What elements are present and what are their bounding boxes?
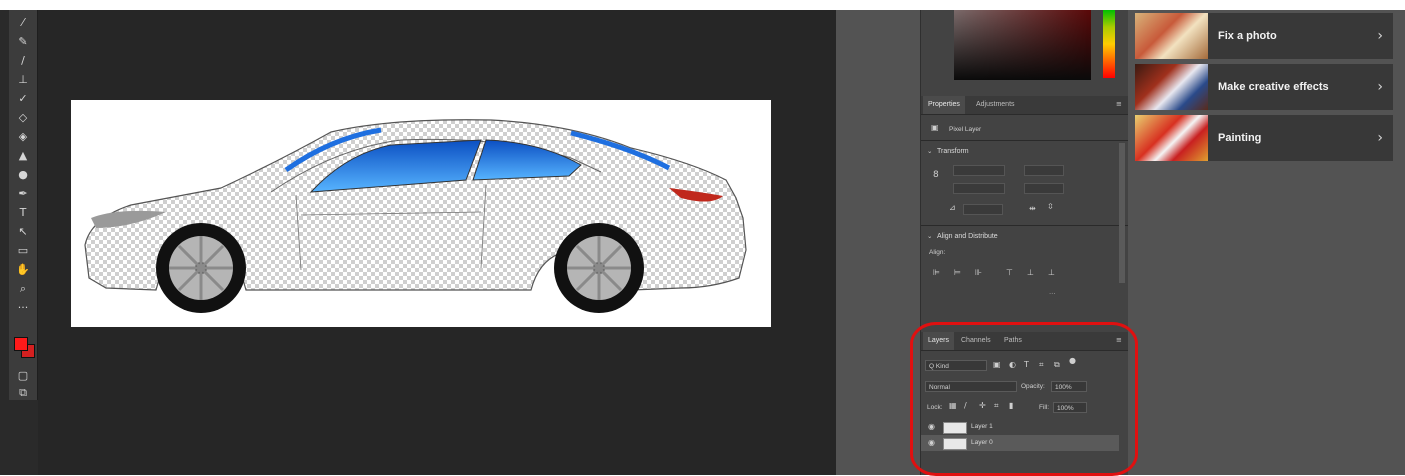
pixel-layer-label: Pixel Layer [949,126,982,133]
chevron-right-icon: › [1377,130,1383,146]
y-field[interactable] [1024,183,1064,194]
type-icon[interactable]: T [9,204,37,221]
chevron-right-icon: › [1377,28,1383,44]
color-field[interactable] [954,10,1091,80]
pixel-layer-icon: ▣ [931,123,939,132]
learn-card-painting[interactable]: Painting › [1135,115,1393,161]
chevron-right-icon: › [1377,79,1383,95]
divider [921,225,1129,226]
card-label: Painting [1218,132,1262,144]
photoshop-window: ⁄ ✎ / ⊥ ✓ ◇ ◈ ▲ ● ✒ T ↖ ▭ ✋ ⌕ ··· ▢ ⧉ Pr… [0,10,1405,476]
transform-heading: Transform [937,148,969,155]
card-thumbnail [1135,13,1208,59]
divider [921,140,1129,141]
more-options-icon[interactable]: ··· [1049,290,1056,297]
align-top-icon[interactable]: ⊤ [1006,268,1013,277]
eyedropper-icon[interactable]: ⁄ [9,14,37,31]
tools-panel: ⁄ ✎ / ⊥ ✓ ◇ ◈ ▲ ● ✒ T ↖ ▭ ✋ ⌕ ··· ▢ ⧉ [9,10,38,400]
panel-menu-icon[interactable]: ≡ [1116,100,1122,108]
card-label: Fix a photo [1218,30,1277,42]
properties-scrollbar[interactable] [1119,143,1125,283]
brush-icon[interactable]: / [9,52,37,69]
hand-icon[interactable]: ✋ [9,261,37,278]
card-thumbnail [1135,64,1208,110]
document-canvas[interactable] [71,100,771,327]
screen-mode-icon[interactable]: ⧉ [9,384,37,401]
panel-dock-gap [836,10,920,475]
history-brush-icon[interactable]: ✓ [9,90,37,107]
card-label: Make creative effects [1218,81,1329,93]
align-center-icon[interactable]: ⊨ [954,268,961,277]
card-thumbnail [1135,115,1208,161]
align-left-icon[interactable]: ⊫ [933,268,940,277]
x-field[interactable] [1024,165,1064,176]
angle-field[interactable] [963,204,1003,215]
properties-tabbar: Properties Adjustments ≡ [921,96,1129,115]
align-heading: Align and Distribute [937,233,998,240]
dodge-icon[interactable]: ● [9,166,37,183]
height-field[interactable] [953,183,1005,194]
healing-brush-icon[interactable]: ✎ [9,33,37,50]
learn-card-fix-photo[interactable]: Fix a photo › [1135,13,1393,59]
eraser-icon[interactable]: ◇ [9,109,37,126]
chevron-down-icon[interactable]: ⌄ [927,147,932,155]
tab-properties[interactable]: Properties [923,96,965,114]
rectangle-icon[interactable]: ▭ [9,242,37,259]
chevron-down-icon[interactable]: ⌄ [927,232,932,240]
path-select-icon[interactable]: ↖ [9,223,37,240]
blur-icon[interactable]: ▲ [9,147,37,164]
foreground-color-swatch[interactable] [14,337,28,351]
more-tools-icon[interactable]: ··· [9,299,37,316]
learn-panel: Fix a photo › Make creative effects › Pa… [1128,10,1405,475]
hue-slider[interactable] [1103,10,1115,78]
pen-icon[interactable]: ✒ [9,185,37,202]
paint-bucket-icon[interactable]: ◈ [9,128,37,145]
car-image [84,119,747,313]
learn-card-creative-effects[interactable]: Make creative effects › [1135,64,1393,110]
flip-horizontal-icon[interactable]: ⇹ [1029,204,1036,213]
front-wheel [156,223,246,313]
align-right-icon[interactable]: ⊪ [975,268,982,277]
link-icon[interactable]: 8 [933,170,939,180]
angle-icon: ⊿ [949,203,956,212]
stamp-icon[interactable]: ⊥ [9,71,37,88]
red-annotation-circle [910,322,1138,476]
align-label: Align: [929,249,946,256]
zoom-icon[interactable]: ⌕ [9,280,37,297]
flip-vertical-icon[interactable]: ⇳ [1047,202,1054,211]
width-field[interactable] [953,165,1005,176]
quick-mask-icon[interactable]: ▢ [9,367,37,384]
rear-wheel [554,223,644,313]
canvas-area[interactable] [38,10,836,475]
align-bottom-icon[interactable]: ⊥ [1048,268,1055,277]
tab-adjustments[interactable]: Adjustments [971,96,1020,114]
align-middle-icon[interactable]: ⊥ [1027,268,1034,277]
